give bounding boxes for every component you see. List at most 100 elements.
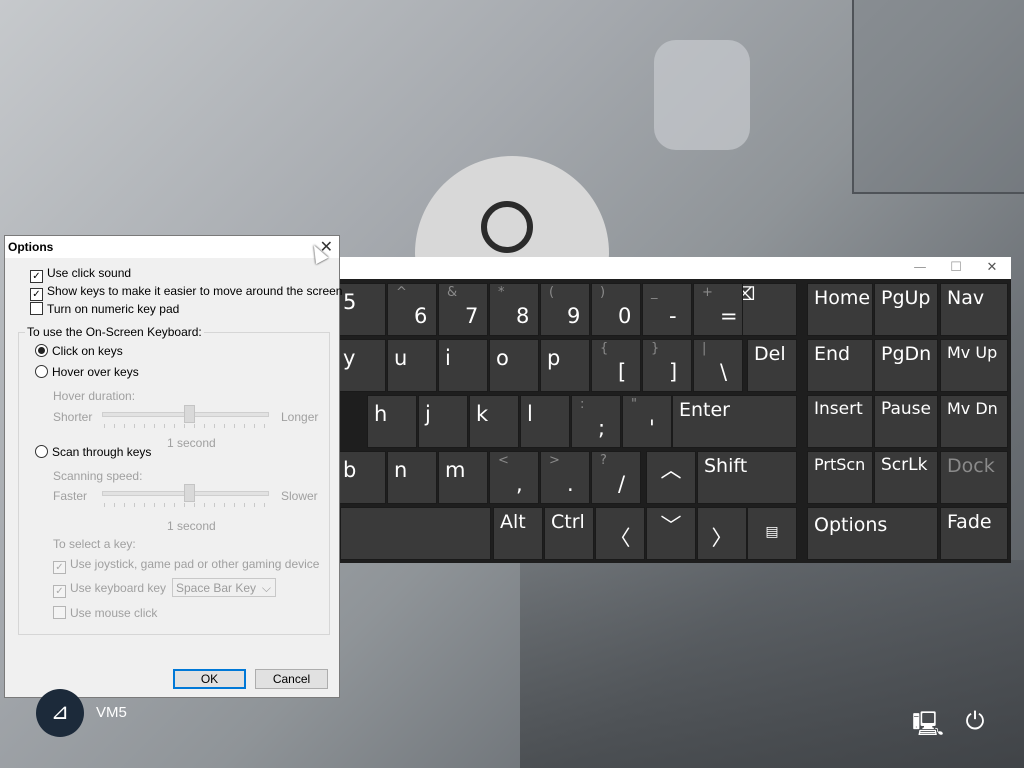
checkbox-checked-icon: ✓ [53, 561, 66, 574]
nav-key[interactable]: Nav [940, 283, 1008, 336]
insert-key[interactable]: Insert [807, 395, 873, 448]
keyboard-key-select-value: Space Bar Key [176, 581, 257, 595]
key-row2-0[interactable]: y [336, 339, 386, 392]
key-row3-3[interactable]: l [520, 395, 570, 448]
key-row1-7[interactable]: + = [693, 283, 743, 336]
key-row1-0[interactable]: 5 [336, 283, 386, 336]
shift-key-right[interactable]: Shift [697, 451, 797, 504]
minimize-icon[interactable]: — [902, 257, 938, 279]
scanning-speed-slider-thumb[interactable] [184, 484, 195, 502]
user-logo-icon[interactable]: ⊿ [36, 689, 84, 737]
enter-key[interactable]: Enter [672, 395, 797, 448]
home-key[interactable]: Home [807, 283, 873, 336]
key-shift-symbol: : [580, 397, 585, 412]
fade-key[interactable]: Fade [940, 507, 1008, 560]
key-main-symbol: ] [669, 360, 678, 384]
up-arrow-key[interactable]: ︿ [646, 451, 696, 504]
prtscn-key[interactable]: PrtScn [807, 451, 873, 504]
show-keys-checkbox[interactable]: ✓ Show keys to make it easier to move aro… [30, 284, 342, 301]
del-key-label: Del [754, 343, 786, 365]
key-row1-6[interactable]: _ - [642, 283, 692, 336]
network-icon[interactable]: 🖳 [911, 707, 945, 738]
move-up-key[interactable]: Mv Up [940, 339, 1008, 392]
scan-through-keys-radio[interactable]: Scan through keys [35, 445, 151, 459]
menu-icon: ▤ [765, 524, 779, 540]
wall-picture [852, 0, 1024, 194]
key-row1-4[interactable]: (9 [540, 283, 590, 336]
use-mouse-click-checkbox[interactable]: Use mouse click [53, 606, 157, 620]
key-shift-symbol: | [702, 341, 707, 356]
options-key[interactable]: Options [807, 507, 938, 560]
menu-key[interactable]: ▤ [747, 507, 797, 560]
key-main-symbol: 9 [567, 304, 581, 328]
use-keyboard-key-checkbox[interactable]: ✓ Use keyboard key [53, 581, 166, 598]
numeric-keypad-label: Turn on numeric key pad [47, 302, 180, 316]
key-row2-7[interactable]: | \ [693, 339, 743, 392]
maximize-icon[interactable]: ☐ [938, 257, 974, 279]
key-row3-5[interactable]: " ' [622, 395, 672, 448]
click-on-keys-radio[interactable]: Click on keys [35, 344, 123, 358]
close-icon[interactable]: ✕ [974, 257, 1010, 279]
alt-key[interactable]: Alt [493, 507, 543, 560]
end-key[interactable]: End [807, 339, 873, 392]
dock-key[interactable]: Dock [940, 451, 1008, 504]
key-main-symbol: 7 [465, 304, 479, 328]
key-main-symbol: \ [720, 360, 728, 384]
left-arrow-key[interactable]: 〈 [595, 507, 645, 560]
move-down-key[interactable]: Mv Dn [940, 395, 1008, 448]
key-row4-0[interactable]: b [336, 451, 386, 504]
down-arrow-key[interactable]: ﹀ [646, 507, 696, 560]
key-row2-2[interactable]: i [438, 339, 488, 392]
numeric-keypad-checkbox[interactable]: Turn on numeric key pad [30, 302, 179, 316]
end-key-label: End [814, 343, 851, 365]
key-main-symbol: j [425, 402, 431, 426]
down-arrow-icon: ﹀ [660, 514, 682, 538]
ctrl-key[interactable]: Ctrl [544, 507, 594, 560]
scanning-speed-ticks [104, 503, 269, 507]
key-row2-5[interactable]: {[ [591, 339, 641, 392]
key-row2-1[interactable]: u [387, 339, 437, 392]
hover-over-keys-radio[interactable]: Hover over keys [35, 365, 139, 379]
key-row4-3[interactable]: <, [489, 451, 539, 504]
shift-key-label: Shift [704, 455, 748, 477]
key-row4-1[interactable]: n [387, 451, 437, 504]
cancel-button[interactable]: Cancel [255, 669, 328, 689]
key-row1-3[interactable]: * 8 [489, 283, 539, 336]
pgup-key[interactable]: PgUp [874, 283, 938, 336]
select-key-label: To select a key: [53, 537, 136, 551]
key-row1-1[interactable]: ^ 6 [387, 283, 437, 336]
pgdn-key[interactable]: PgDn [874, 339, 938, 392]
scrlk-key[interactable]: ScrLk [874, 451, 938, 504]
key-shift-symbol: * [498, 285, 505, 300]
username-label[interactable]: VM5 [96, 704, 127, 721]
ok-button[interactable]: OK [173, 669, 246, 689]
fade-key-label: Fade [947, 511, 992, 533]
key-row2-6[interactable]: }] [642, 339, 692, 392]
key-row3-2[interactable]: k [469, 395, 519, 448]
use-joystick-checkbox[interactable]: ✓ Use joystick, game pad or other gaming … [53, 557, 319, 574]
power-icon[interactable]: ⏻ [958, 707, 992, 737]
key-row4-2[interactable]: m [438, 451, 488, 504]
key-row3-1[interactable]: j [418, 395, 468, 448]
key-row3-0[interactable]: h [367, 395, 417, 448]
space-key[interactable] [340, 507, 491, 560]
right-arrow-key[interactable]: 〉 [697, 507, 747, 560]
key-main-symbol: 5 [343, 290, 357, 314]
checkbox-checked-icon: ✓ [30, 288, 43, 301]
key-row2-3[interactable]: o [489, 339, 539, 392]
use-click-sound-checkbox[interactable]: ✓ Use click sound [30, 266, 131, 283]
keyboard-key-select[interactable]: Space Bar Key ⌵ [172, 578, 276, 597]
key-main-symbol: i [445, 346, 451, 370]
key-row2-4[interactable]: p [540, 339, 590, 392]
checkbox-unchecked-icon [53, 606, 66, 619]
key-row4-4[interactable]: >. [540, 451, 590, 504]
options-dialog: Options ✕ ✓ Use click sound ✓ Show keys to… [4, 235, 342, 698]
key-row3-4[interactable]: :; [571, 395, 621, 448]
key-main-symbol: / [618, 472, 626, 496]
key-row4-5[interactable]: ? / [591, 451, 641, 504]
hover-duration-slider-thumb[interactable] [184, 405, 195, 423]
pause-key[interactable]: Pause [874, 395, 938, 448]
del-key[interactable]: Del [747, 339, 797, 392]
key-row1-2[interactable]: & 7 [438, 283, 488, 336]
key-row1-5[interactable]: ) 0 [591, 283, 641, 336]
